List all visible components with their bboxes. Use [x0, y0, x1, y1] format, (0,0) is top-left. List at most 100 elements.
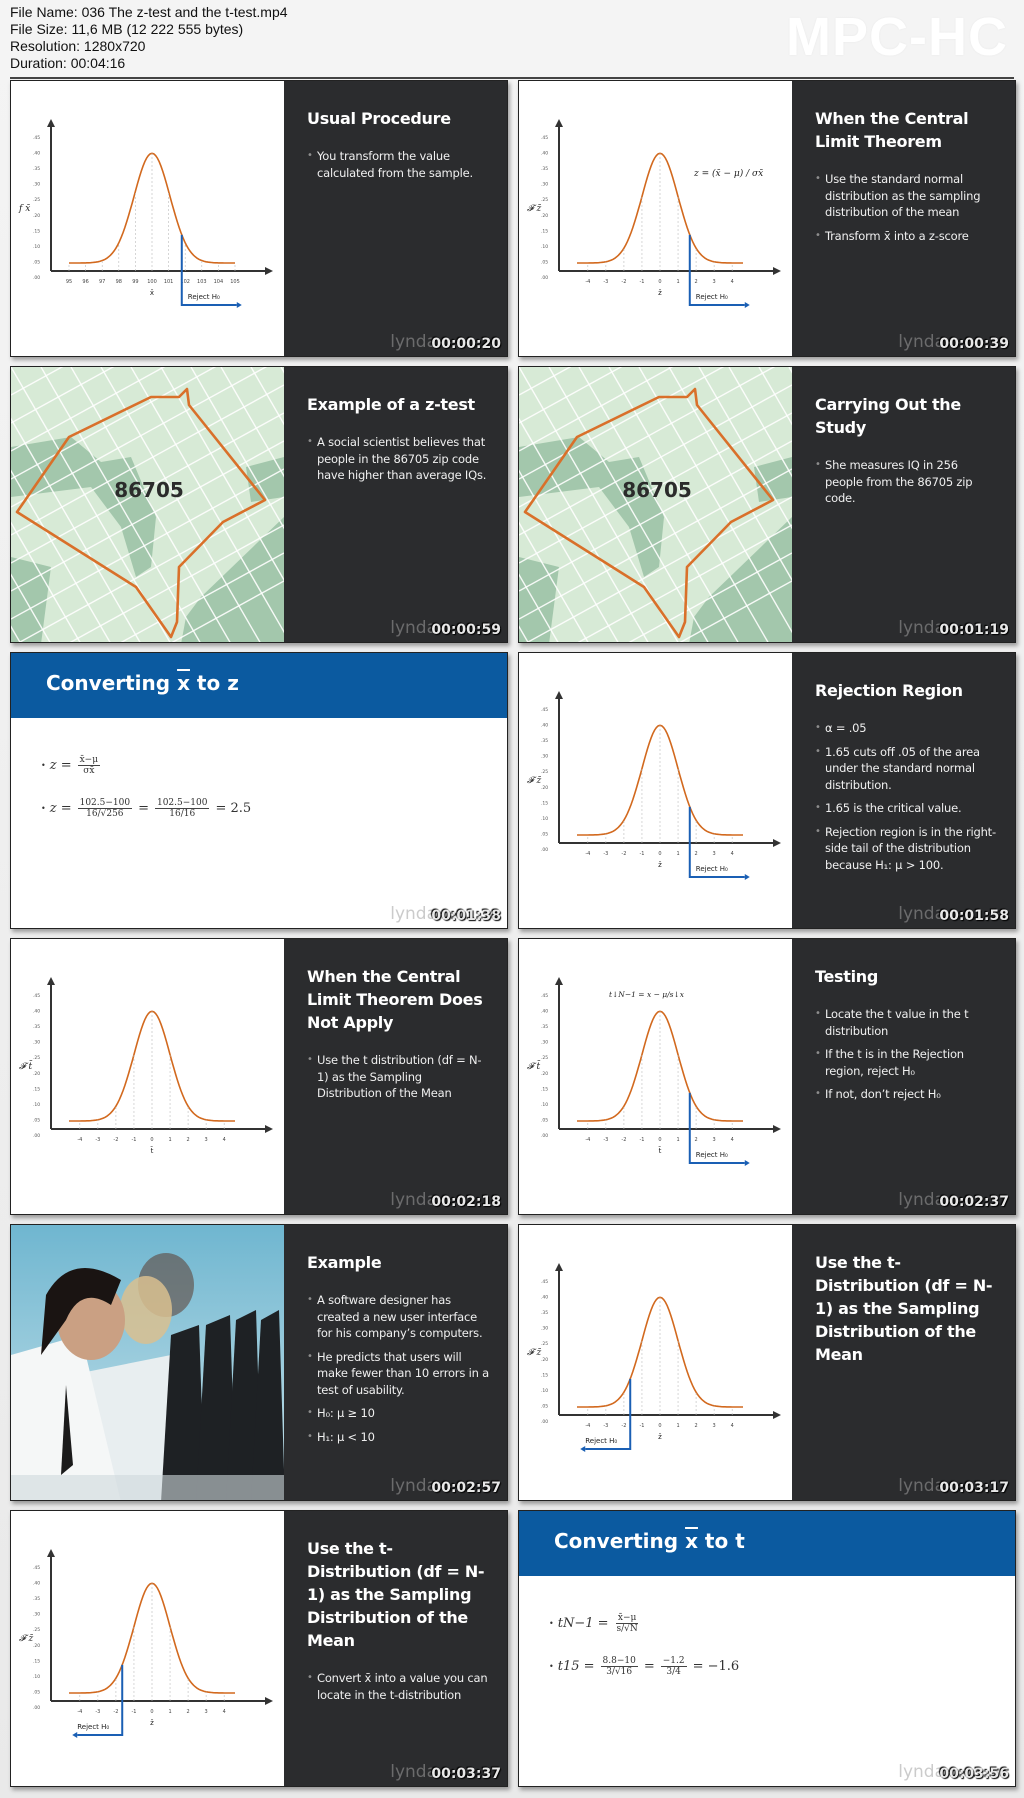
- slide-text-panel: When the Central Limit Theorem Does Not …: [284, 939, 507, 1214]
- slide-title: Use the t-Distribution (df = N-1) as the…: [815, 1253, 993, 1364]
- timestamp: 00:02:57: [431, 1480, 501, 1496]
- y-tick-label: .45: [541, 1279, 548, 1285]
- lynda-watermark: lynda: [390, 1476, 437, 1496]
- fraction: 102.5−100 16/16: [154, 798, 210, 819]
- x-tick-label: -1: [639, 279, 644, 285]
- y-axis-label: 𝓕 t̄: [19, 1060, 33, 1072]
- y-axis-label: f x̄: [18, 204, 30, 214]
- lynda-watermark: lynda: [898, 332, 945, 352]
- y-axis-arrow-icon: [555, 977, 563, 985]
- x-tick-label: -2: [113, 1137, 118, 1143]
- file-info-header: File Name: 036 The z-test and the t-test…: [0, 0, 1024, 79]
- slide-title: Testing: [815, 967, 879, 986]
- x-tick-label: 99: [132, 279, 138, 285]
- reject-h0-label: Reject H₀: [696, 865, 728, 873]
- y-tick-label: .10: [33, 1102, 40, 1108]
- lynda-watermark: lynda: [390, 332, 437, 352]
- y-tick-label: .10: [541, 816, 548, 822]
- distribution-chart: .00 .05 .10 .15 .20 .25 .30 .35 .40 .45 -4 -3 -2 -1 0 1…: [19, 977, 273, 1155]
- y-tick-label: .15: [33, 1658, 40, 1664]
- title-text: Converting: [46, 671, 178, 695]
- formula-lhs: z =: [49, 801, 72, 816]
- y-tick-label: .15: [541, 228, 548, 234]
- duration: Duration: 00:04:16: [10, 55, 126, 71]
- y-tick-label: .45: [541, 135, 548, 141]
- video-thumbnail[interactable]: Converting x to t • tN−1 = x̄−μ s/√N • t15 = 8.…: [518, 1510, 1016, 1787]
- y-axis-arrow-icon: [47, 977, 55, 985]
- bullet-item: If the t is in the Rejection region, rej…: [815, 1046, 997, 1079]
- y-tick-label: .25: [33, 1627, 40, 1633]
- denominator: 16/16: [169, 809, 196, 819]
- y-tick-label: .05: [33, 1689, 40, 1695]
- slide-title: Converting x to t: [554, 1529, 745, 1553]
- slide-title: When the Central Limit Theorem: [815, 109, 969, 151]
- denominator: s/√N: [616, 1624, 638, 1634]
- x-tick-label: 2: [186, 1137, 189, 1143]
- x-axis-label: t̄: [150, 1146, 153, 1155]
- x-tick-label: 1: [168, 1709, 171, 1715]
- lynda-watermark: lynda: [898, 618, 945, 638]
- video-thumbnail[interactable]: Example A software designer has created a…: [10, 1224, 508, 1501]
- title-band: Converting x to t: [519, 1511, 1015, 1576]
- lynda-watermark: lynda: [390, 1190, 437, 1210]
- y-tick-label: .15: [33, 1086, 40, 1092]
- video-thumbnail[interactable]: 86705 Example of a z-test A social scienti…: [10, 366, 508, 643]
- timestamp: 00:00:39: [939, 336, 1009, 352]
- y-axis-label: 𝓕 z̄: [527, 776, 542, 786]
- y-tick-label: .30: [33, 182, 40, 188]
- x-tick-label: 1: [676, 279, 679, 285]
- x-tick-label: 103: [197, 279, 207, 285]
- y-tick-label: .45: [33, 135, 40, 141]
- x-tick-label: -3: [603, 1423, 608, 1429]
- x-tick-label: 95: [66, 279, 72, 285]
- video-thumbnail[interactable]: .00 .05 .10 .15 .20 .25 .30 .35 .40 .45 -4 -3 -2 -1 0 1…: [518, 938, 1016, 1215]
- timestamp: 00:02:37: [939, 1194, 1009, 1210]
- formula-result: = −1.6: [692, 1659, 740, 1674]
- x-axis-arrow-icon: [773, 267, 781, 275]
- x-tick-label: 2: [694, 851, 697, 857]
- x-tick-label: 101: [164, 279, 174, 285]
- blonde-person: [120, 1276, 172, 1344]
- x-tick-label: -4: [585, 851, 590, 857]
- timestamp: 00:03:17: [939, 1480, 1009, 1496]
- video-thumbnail[interactable]: Converting x to z • z = x̄−μ σx̄ • z = 102.5−10…: [10, 652, 508, 929]
- y-tick-label: .30: [541, 1326, 548, 1332]
- slide-title: Rejection Region: [815, 681, 963, 700]
- x-tick-label: -2: [621, 279, 626, 285]
- x-tick-label: 0: [658, 851, 661, 857]
- video-thumbnail[interactable]: .00 .05 .10 .15 .20 .25 .30 .35 .40 .45 -4 -3 -2 -1 0 1…: [10, 938, 508, 1215]
- distribution-chart: .00 .05 .10 .15 .20 .25 .30 .35 .40 .45 95 96 97 98 99…: [18, 119, 273, 308]
- x-tick-label: 2: [694, 279, 697, 285]
- zip-code-map: 86705: [11, 367, 284, 642]
- x-axis-arrow-icon: [265, 1125, 273, 1133]
- numerator: 8.8−10: [600, 1656, 638, 1667]
- reject-h0-label: Reject H₀: [696, 293, 728, 301]
- video-thumbnail[interactable]: 86705 Carrying Out the Study She measures …: [518, 366, 1016, 643]
- x-tick-label: 0: [658, 279, 661, 285]
- x-tick-label: 1: [676, 1423, 679, 1429]
- formula-result: = 2.5: [215, 801, 252, 816]
- x-tick-label: -2: [621, 1137, 626, 1143]
- x-axis-arrow-icon: [265, 1697, 273, 1705]
- distribution-chart: .00 .05 .10 .15 .20 .25 .30 .35 .40 .45 -4 -3 -2 -1 0 1…: [19, 1549, 273, 1738]
- bullet-item: You transform the value calculated from …: [307, 148, 489, 181]
- equals: =: [643, 1659, 655, 1674]
- x-tick-label: 4: [731, 1137, 734, 1143]
- bullet: •: [41, 804, 46, 813]
- x-tick-label: 100: [147, 279, 157, 285]
- x-tick-label: 2: [186, 1709, 189, 1715]
- x-tick-label: 0: [658, 1423, 661, 1429]
- video-thumbnail[interactable]: .00 .05 .10 .15 .20 .25 .30 .35 .40 .45 -4 -3 -2 -1 0 1…: [518, 80, 1016, 357]
- x-tick-label: -4: [585, 279, 590, 285]
- x-tick-label: 4: [223, 1137, 226, 1143]
- formula-label: t↓N−1 = x − μ/s↓x: [609, 990, 685, 999]
- y-axis-arrow-icon: [47, 119, 55, 127]
- x-tick-label: 4: [223, 1709, 226, 1715]
- y-tick-label: .15: [541, 800, 548, 806]
- x-axis-label: z̄: [150, 1719, 154, 1727]
- video-thumbnail[interactable]: .00 .05 .10 .15 .20 .25 .30 .35 .40 .45 -4 -3 -2 -1 0 1…: [518, 1224, 1016, 1501]
- video-thumbnail[interactable]: .00 .05 .10 .15 .20 .25 .30 .35 .40 .45 -4 -3 -2 -1 0 1…: [518, 652, 1016, 929]
- x-tick-label: 3: [205, 1709, 208, 1715]
- video-thumbnail[interactable]: .00 .05 .10 .15 .20 .25 .30 .35 .40 .45 95 96 97 98 99…: [10, 80, 508, 357]
- video-thumbnail[interactable]: .00 .05 .10 .15 .20 .25 .30 .35 .40 .45 -4 -3 -2 -1 0 1…: [10, 1510, 508, 1787]
